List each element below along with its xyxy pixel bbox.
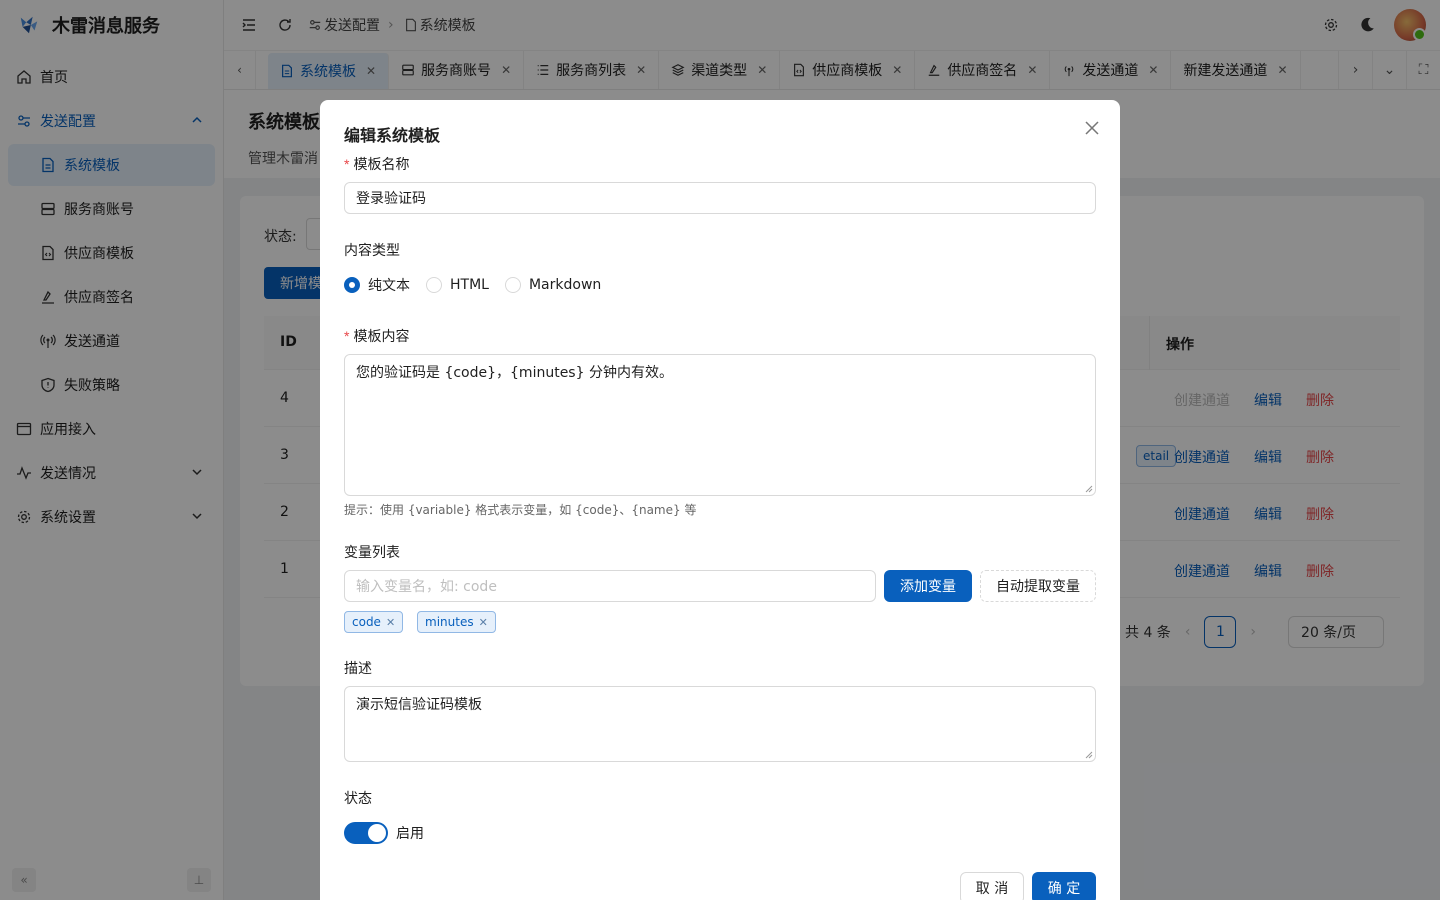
template-content-label: * 模板内容 (344, 326, 409, 346)
add-variable-button[interactable]: 添加变量 (884, 570, 972, 602)
required-marker: * (344, 328, 350, 344)
content-type-label: 内容类型 (344, 243, 400, 259)
variables-label: 变量列表 (344, 545, 400, 561)
template-name-label: * 模板名称 (344, 154, 409, 174)
textarea-value: 您的验证码是 {code}，{minutes} 分钟内有效。 (356, 365, 673, 381)
content-hint: 提示：使用 {variable} 格式表示变量，如 {code}、{name} … (344, 503, 697, 517)
variable-tag: code ✕ (344, 611, 404, 633)
radio-markdown[interactable]: Markdown (504, 277, 602, 293)
close-icon[interactable]: ✕ (479, 616, 488, 629)
radio-plain-text[interactable]: 纯文本 (344, 275, 410, 295)
field-label: 模板名称 (353, 157, 410, 173)
required-marker: * (344, 156, 350, 172)
variable-name-input[interactable]: 输入变量名，如: code (344, 570, 876, 602)
radio-label: 纯文本 (368, 278, 410, 294)
resize-handle-icon[interactable] (1085, 485, 1093, 493)
radio-checked-icon (344, 277, 360, 293)
variable-tag: minutes ✕ (417, 611, 496, 633)
radio-label: Markdown (528, 277, 602, 293)
close-icon[interactable] (1082, 118, 1102, 138)
description-textarea[interactable]: 演示短信验证码模板 (344, 686, 1096, 762)
description-label: 描述 (344, 661, 372, 677)
cancel-button[interactable]: 取 消 (960, 872, 1024, 900)
status-toggle-label: 启用 (396, 826, 424, 842)
edit-template-modal: 编辑系统模板 * 模板名称 登录验证码 内容类型 纯文本 HTML Markdow… (320, 100, 1120, 900)
radio-unchecked-icon (504, 277, 521, 293)
auto-extract-variables-button[interactable]: 自动提取变量 (980, 570, 1096, 602)
toggle-knob (368, 824, 386, 842)
modal-title: 编辑系统模板 (344, 126, 441, 145)
radio-unchecked-icon (426, 277, 442, 293)
content-type-radio-group: 纯文本 HTML Markdown (344, 275, 601, 295)
close-icon[interactable]: ✕ (386, 616, 395, 629)
status-label: 状态 (344, 791, 372, 807)
ok-button[interactable]: 确 定 (1032, 872, 1096, 900)
template-content-textarea[interactable]: 您的验证码是 {code}，{minutes} 分钟内有效。 (344, 354, 1096, 496)
radio-html[interactable]: HTML (426, 277, 489, 293)
textarea-value: 演示短信验证码模板 (356, 697, 482, 713)
tag-label: minutes (425, 615, 474, 629)
radio-label: HTML (450, 277, 489, 293)
status-toggle[interactable] (344, 822, 388, 844)
resize-handle-icon[interactable] (1085, 751, 1093, 759)
field-label: 模板内容 (353, 329, 410, 345)
template-name-input[interactable]: 登录验证码 (344, 182, 1096, 214)
tag-label: code (352, 615, 381, 629)
